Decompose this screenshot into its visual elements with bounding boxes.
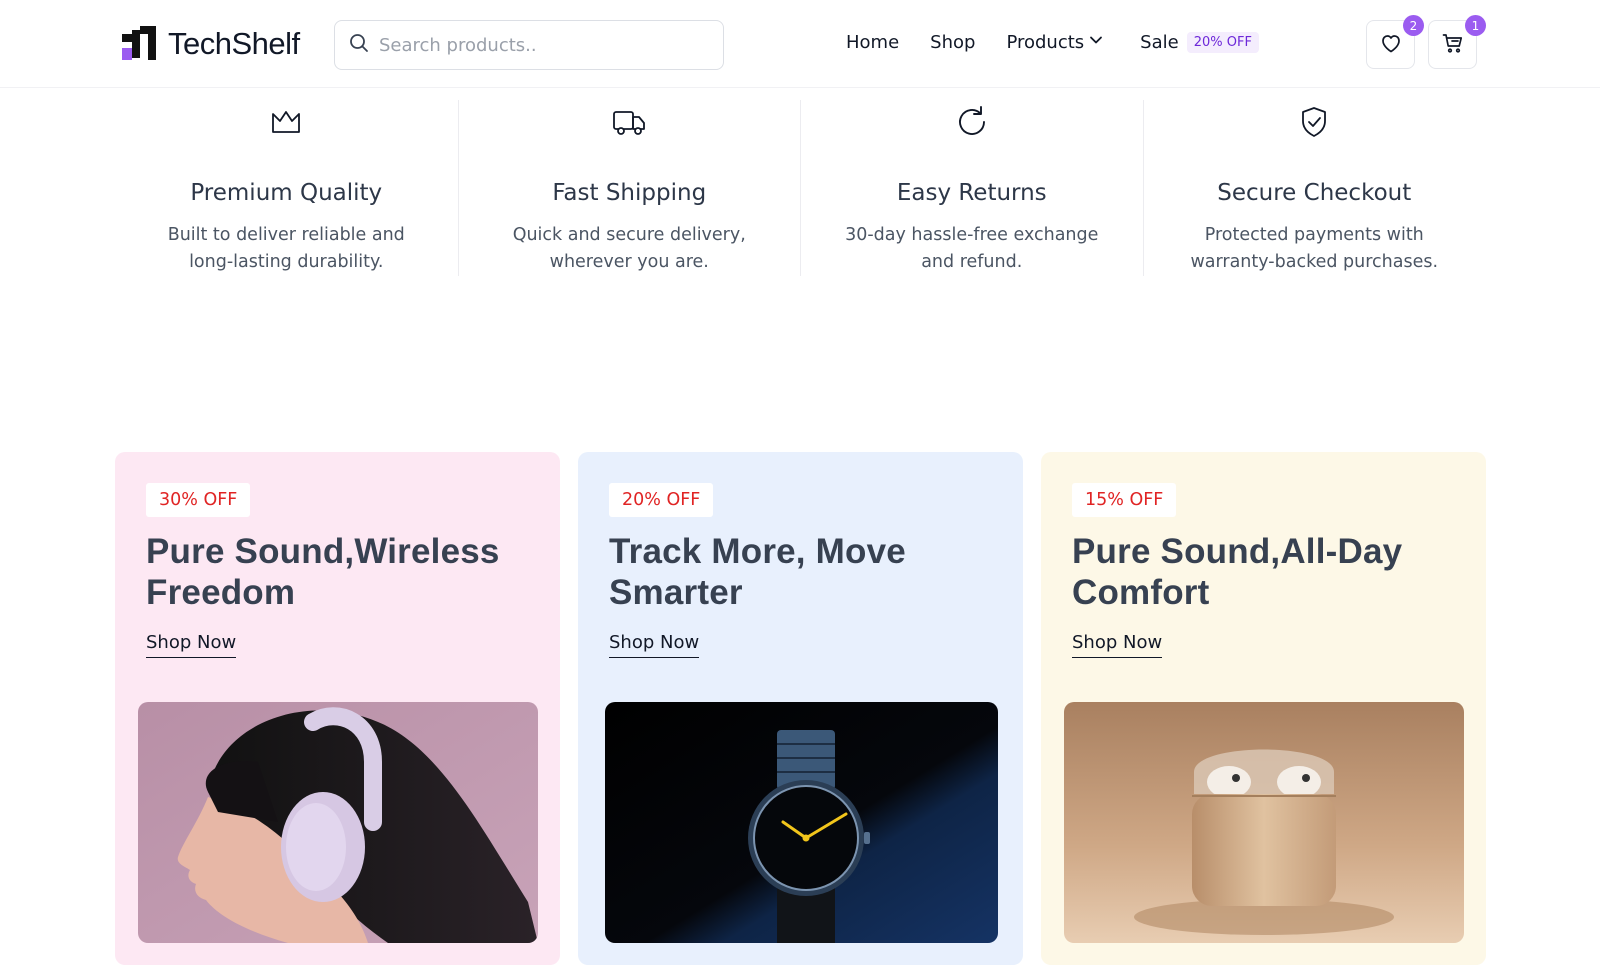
headphones-photo <box>138 702 538 943</box>
refresh-icon <box>954 104 990 140</box>
nav-sale-label: Sale <box>1140 32 1179 53</box>
feature-title: Secure Checkout <box>1217 180 1412 206</box>
heart-icon <box>1379 31 1403 59</box>
feature-premium-quality: Premium Quality Built to deliver reliabl… <box>115 100 458 276</box>
logo-link[interactable]: TechShelf <box>122 26 300 62</box>
promo-card-smartwatch: 20% OFF Track More, Move Smarter Shop Now <box>578 452 1023 965</box>
nav-shop-link[interactable]: Shop <box>930 32 975 53</box>
feature-title: Premium Quality <box>190 180 383 206</box>
promo-card-earbuds: 15% OFF Pure Sound,All-Day Comfort Shop N… <box>1041 452 1486 965</box>
nav-sale-link[interactable]: Sale 20% OFF <box>1140 32 1259 53</box>
feature-description: Protected payments with warranty-backed p… <box>1190 225 1439 272</box>
feature-description: Built to deliver reliable and long-lastin… <box>167 225 405 272</box>
shop-now-link[interactable]: Shop Now <box>609 632 700 658</box>
search-box[interactable] <box>334 20 724 70</box>
cart-button[interactable]: 1 <box>1428 15 1486 69</box>
logo-text: TechShelf <box>168 26 300 61</box>
nav-home-link[interactable]: Home <box>846 32 899 53</box>
shop-now-link[interactable]: Shop Now <box>146 632 237 658</box>
search-input[interactable] <box>379 34 699 56</box>
feature-title: Fast Shipping <box>552 180 707 206</box>
feature-description: 30-day hassle-free exchange and refund. <box>845 225 1099 272</box>
feature-fast-shipping: Fast Shipping Quick and secure delivery,… <box>457 100 801 276</box>
truck-icon <box>611 104 647 140</box>
promo-title: Track More, Move Smarter <box>609 532 906 612</box>
features-row: Premium Quality Built to deliver reliabl… <box>115 100 1485 276</box>
search-icon <box>349 33 369 57</box>
shield-check-icon <box>1296 104 1332 140</box>
nav-products-dropdown[interactable]: Products <box>1006 32 1104 53</box>
cart-count-badge: 1 <box>1465 15 1486 36</box>
wishlist-count-badge: 2 <box>1403 15 1424 36</box>
smartwatch-photo <box>605 702 998 943</box>
promo-title: Pure Sound,Wireless Freedom <box>146 532 500 612</box>
discount-badge: 30% OFF <box>146 483 251 517</box>
promo-title: Pure Sound,All-Day Comfort <box>1072 532 1403 612</box>
feature-secure-checkout: Secure Checkout Protected payments with w… <box>1142 100 1486 276</box>
main-nav: Home Shop Products Sale 20% OFF <box>846 32 1259 53</box>
promo-card-headphones: 30% OFF Pure Sound,Wireless Freedom Shop … <box>115 452 560 965</box>
crown-icon <box>268 104 304 140</box>
feature-description: Quick and secure delivery, wherever you a… <box>512 225 746 272</box>
discount-badge: 20% OFF <box>609 483 714 517</box>
earbuds-photo <box>1064 702 1464 943</box>
logo-mark-icon <box>122 26 158 62</box>
promo-cards: 30% OFF Pure Sound,Wireless Freedom Shop … <box>115 452 1486 965</box>
nav-products-label: Products <box>1006 32 1085 53</box>
feature-title: Easy Returns <box>896 180 1047 206</box>
wishlist-button[interactable]: 2 <box>1366 15 1424 69</box>
site-header: TechShelf Home Shop Products Sale 20% OF… <box>0 0 1600 88</box>
sale-badge: 20% OFF <box>1186 32 1259 53</box>
discount-badge: 15% OFF <box>1072 483 1177 517</box>
shop-now-link[interactable]: Shop Now <box>1072 632 1163 658</box>
cart-icon <box>1441 31 1465 59</box>
feature-easy-returns: Easy Returns 30-day hassle-free exchange… <box>800 100 1143 276</box>
chevron-down-icon <box>1088 32 1104 53</box>
